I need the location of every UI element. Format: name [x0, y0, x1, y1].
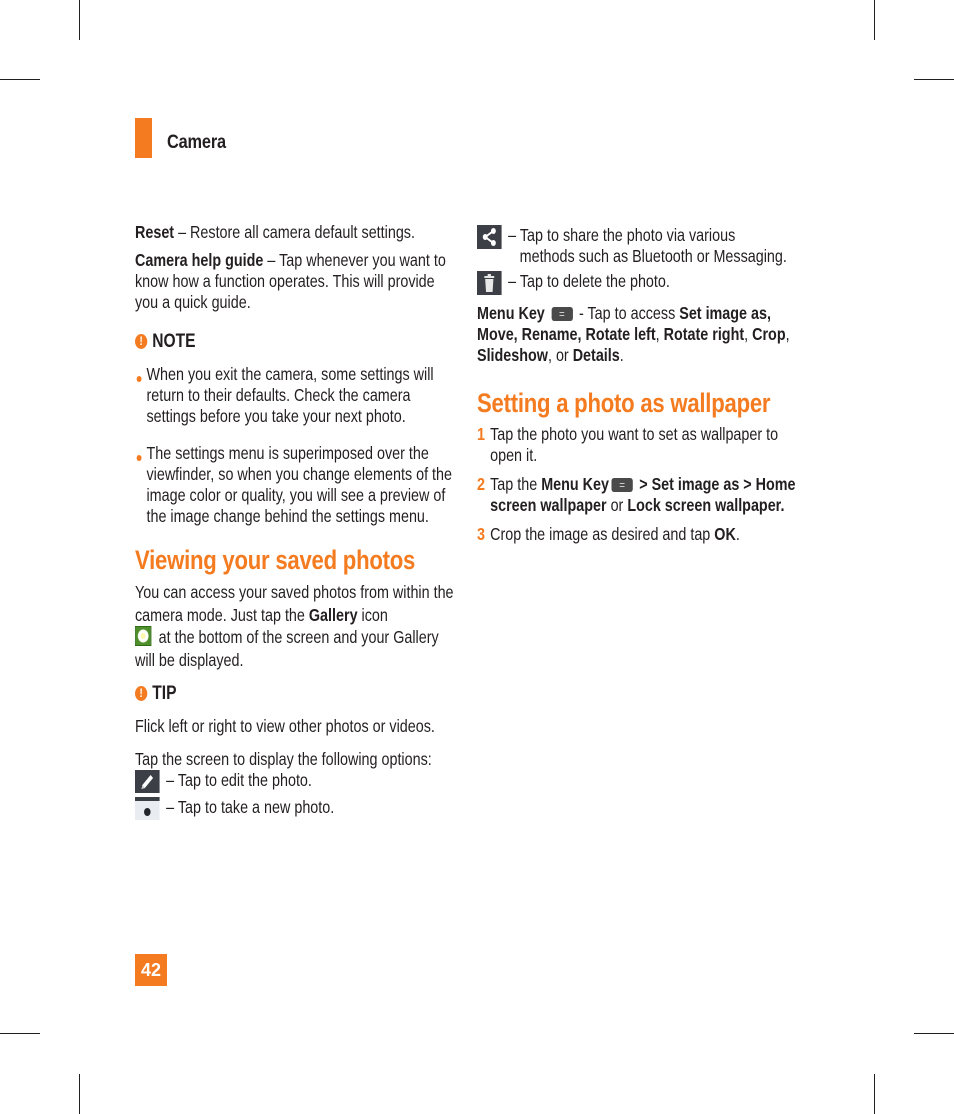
step-text-part: Crop the image as desired and tap: [490, 524, 715, 544]
term-menu-key: Menu Key: [477, 303, 545, 323]
tip-text: Flick left or right to view other photos…: [135, 716, 435, 736]
page-number: 42: [135, 954, 167, 986]
option-row: – Tap to delete the photo.: [477, 271, 797, 295]
section-tab-marker: [135, 118, 152, 158]
viewing-text: You can access your saved photos from wi…: [135, 582, 454, 625]
crop-mark: [79, 1074, 80, 1114]
option-row: – Tap to edit the photo.: [135, 770, 455, 793]
bullet-dot-icon: [136, 376, 142, 382]
crop-mark: [874, 1074, 875, 1114]
viewing-text: icon: [357, 604, 388, 625]
step-number: 1: [477, 424, 485, 444]
option-row: – Tap to take a new photo.: [135, 797, 455, 820]
separator: ,: [785, 324, 790, 344]
reset-text: – Restore all camera default settings.: [174, 222, 415, 242]
term-camera-help-guide: Camera help guide: [135, 250, 264, 270]
option-text: – Tap to edit the photo.: [166, 770, 312, 790]
wallpaper-step: 1 Tap the photo you want to set as wallp…: [477, 424, 797, 466]
term-reset: Reset: [135, 222, 175, 242]
viewing-text: at the bottom of the screen and your Gal…: [135, 627, 439, 670]
option-text: – Tap to delete the photo.: [508, 271, 670, 291]
menu-option: Details: [572, 345, 620, 365]
section-title: Camera: [167, 132, 226, 153]
note-bullet: When you exit the camera, some settings …: [135, 364, 455, 427]
wallpaper-step: 2 Tap the Menu Key > Set image as > Home…: [477, 474, 797, 516]
reset-description: Reset – Restore all camera default setti…: [135, 222, 455, 243]
menu-key-text: - Tap to access: [575, 303, 680, 323]
note-callout: ! NOTE: [135, 331, 455, 352]
step-number: 3: [477, 524, 485, 544]
option-row: – Tap to share the photo via various meth…: [477, 225, 797, 267]
pencil-edit-icon: [135, 770, 160, 793]
note-label: NOTE: [152, 331, 196, 352]
note-bullet: The settings menu is superimposed over t…: [135, 443, 455, 527]
note-bullet-text: When you exit the camera, some settings …: [146, 364, 434, 426]
term-menu-key: Menu Key: [541, 474, 609, 494]
crop-mark: [914, 1033, 954, 1034]
menu-key-icon: [611, 475, 633, 496]
menu-key-icon: [551, 304, 573, 325]
bullet-dot-icon: [136, 455, 142, 461]
tip-text: Tap the screen to display the following …: [135, 749, 432, 769]
right-column: – Tap to share the photo via various meth…: [477, 225, 797, 553]
tip-callout: ! TIP: [135, 683, 455, 704]
separator: , or: [547, 345, 573, 365]
crop-mark: [874, 0, 875, 40]
menu-option: Slideshow: [477, 345, 548, 365]
step-number: 2: [477, 474, 485, 494]
option-text: – Tap to share the photo via various meth…: [508, 225, 797, 267]
share-icon: [477, 225, 502, 249]
share-text: – Tap to share the photo via various: [508, 225, 736, 245]
menu-key-description: Menu Key - Tap to access Set image as, M…: [477, 303, 797, 366]
viewing-intro: You can access your saved photos from wi…: [135, 581, 455, 671]
wallpaper-step: 3 Crop the image as desired and tap OK.: [477, 524, 797, 545]
crop-mark: [0, 79, 40, 80]
heading-setting-wallpaper: Setting a photo as wallpaper: [477, 388, 771, 418]
step-text-part: or: [606, 495, 628, 515]
gallery-daisy-icon: [135, 626, 152, 646]
exclamation-icon: !: [135, 334, 148, 349]
step-text: Tap the Menu Key > Set image as > Home s…: [490, 474, 797, 516]
crop-mark: [79, 0, 80, 40]
heading-viewing-saved-photos: Viewing your saved photos: [135, 545, 416, 575]
left-column: Reset – Restore all camera default setti…: [135, 222, 455, 824]
step-text: Tap the photo you want to set as wallpap…: [490, 424, 779, 465]
step-text-part: .: [735, 524, 740, 544]
crop-mark: [0, 1033, 40, 1034]
step-text-part: Tap the: [490, 474, 542, 494]
menu-option: Rotate right: [663, 324, 745, 344]
option-text: – Tap to take a new photo.: [166, 797, 335, 817]
camera-icon: [135, 797, 160, 820]
separator: .: [619, 345, 624, 365]
step-text: Crop the image as desired and tap OK.: [490, 524, 797, 545]
note-bullet-text: The settings menu is superimposed over t…: [146, 443, 453, 526]
menu-option: Crop: [752, 324, 786, 344]
separator: ,: [655, 324, 664, 344]
share-text-continued: methods such as Bluetooth or Messaging.: [519, 246, 787, 266]
menu-path: Lock screen wallpaper.: [627, 495, 785, 515]
tip-label: TIP: [152, 683, 177, 704]
term-ok: OK: [714, 524, 736, 544]
help-guide-description: Camera help guide – Tap whenever you wan…: [135, 250, 455, 313]
trash-icon: [477, 271, 502, 295]
term-gallery: Gallery: [308, 604, 358, 625]
crop-mark: [914, 79, 954, 80]
separator: ,: [744, 324, 753, 344]
exclamation-icon: !: [135, 686, 148, 701]
